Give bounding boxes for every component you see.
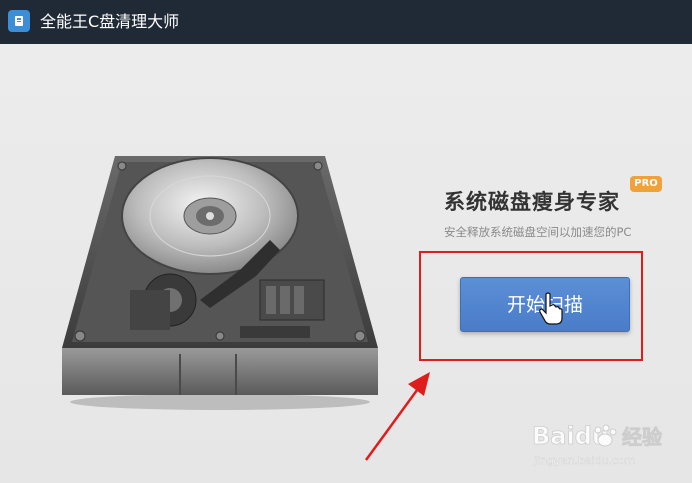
watermark-suffix: 经验 — [622, 425, 662, 449]
pro-badge: PRO — [630, 176, 662, 192]
app-icon — [8, 10, 30, 32]
watermark-url: jingyan.baidu.com — [533, 454, 636, 467]
baidu-watermark: Baidu 经验 jingyan.baidu.com — [532, 422, 663, 468]
hand-cursor-icon — [539, 292, 563, 325]
watermark-brand: Baidu — [532, 422, 609, 450]
headline: 系统磁盘瘦身专家 — [444, 190, 620, 214]
window-title: 全能王C盘清理大师 — [40, 12, 180, 31]
hard-disk-illustration — [62, 156, 378, 410]
subtitle: 安全释放系统磁盘空间以加速您的PC — [444, 225, 632, 239]
title-bar: 全能王C盘清理大师 — [0, 0, 692, 44]
